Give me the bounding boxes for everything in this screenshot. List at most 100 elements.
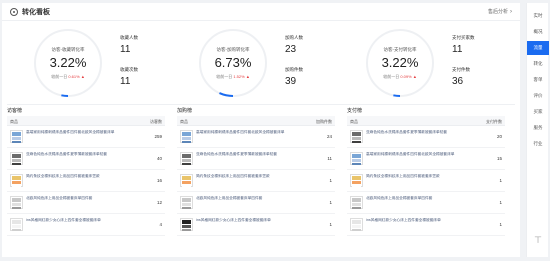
product-thumbnail[interactable] — [180, 174, 193, 187]
table-row[interactable]: 北欧风纯色床上用品全棉被套床单四件套 1 — [347, 193, 505, 214]
product-title-link[interactable]: 亚麻色纯色水洗棉床品套件夏季薄款被套床单枕套 — [366, 130, 476, 141]
product-title-link[interactable]: 高端家用纯棉刺绣床品套件四件套北欧风全棉被套床单 — [26, 130, 136, 141]
ring-compare: 较前一日 0.09% ▲ — [370, 74, 430, 80]
table-row[interactable]: 亚麻色纯色水洗棉床品套件夏季薄款被套床单枕套 11 — [177, 149, 335, 170]
compare-value: 1.52% — [233, 74, 245, 79]
product-thumbnail[interactable] — [10, 174, 23, 187]
thumb-band — [352, 220, 361, 224]
row-value: 1 — [499, 222, 502, 227]
product-title-link[interactable]: ins风格网红款少女心床上四件套全棉被套床单 — [366, 218, 476, 229]
thumb-band — [12, 154, 21, 158]
product-title-link[interactable]: 高端家用纯棉刺绣床品套件四件套北欧风全棉被套床单 — [366, 152, 476, 163]
thumb-band — [12, 220, 21, 224]
thumb-band — [12, 181, 21, 184]
payment-ranking: 支付榜 商品 支付件数 亚麻色纯色水洗棉床品套件夏季薄款被套床单枕套 20 高端… — [347, 107, 505, 237]
table-row[interactable]: 北欧风纯色床上用品全棉被套床单四件套 12 — [7, 193, 165, 214]
product-thumbnail[interactable] — [180, 218, 193, 231]
ring-label: 访客-支付转化率 — [383, 47, 417, 52]
metric-cart: 访客-加购转化率 6.73% 较前一日 1.52% ▲ 加购人数 23 加购件数 3… — [197, 27, 347, 99]
table-row[interactable]: 简约条纹全棉斜纹床上用品四件套被套床笠款 1 — [177, 171, 335, 192]
table-row[interactable]: 北欧风纯色床上用品全棉被套床单四件套 1 — [177, 193, 335, 214]
thumb-band — [182, 185, 191, 187]
product-thumbnail[interactable] — [350, 152, 363, 165]
sidebar-item[interactable]: 服务 — [527, 121, 549, 135]
product-title-link[interactable]: ins风格网红款少女心床上四件套全棉被套床单 — [196, 218, 306, 229]
row-value: 16 — [156, 178, 162, 183]
table-row[interactable]: 简约条纹全棉斜纹床上用品四件套被套床笠款 16 — [7, 171, 165, 192]
sidebar-item[interactable]: 买家 — [527, 105, 549, 119]
table-row[interactable]: 高端家用纯棉刺绣床品套件四件套北欧风全棉被套床单 24 — [177, 127, 335, 148]
sidebar-item[interactable]: 实时 — [527, 9, 549, 23]
product-thumbnail[interactable] — [180, 196, 193, 209]
ranking-title: 加购榜 — [177, 108, 193, 114]
product-title-link[interactable]: 亚麻色纯色水洗棉床品套件夏季薄款被套床单枕套 — [196, 152, 306, 163]
product-thumbnail[interactable] — [350, 218, 363, 231]
product-thumbnail[interactable] — [350, 174, 363, 187]
thumb-band — [182, 181, 191, 184]
kpi-value: 23 — [285, 44, 297, 55]
kpi-cart-users: 加购人数 23 — [285, 35, 335, 55]
column-value: 加购件数 — [316, 118, 332, 124]
settings-icon[interactable] — [10, 8, 18, 16]
product-thumbnail[interactable] — [180, 152, 193, 165]
kpi-favorite-users: 收藏人数 11 — [120, 35, 170, 55]
product-thumbnail[interactable] — [350, 196, 363, 209]
table-row[interactable]: ins风格网红款少女心床上四件套全棉被套床单 4 — [7, 215, 165, 236]
sidebar-item[interactable]: 评价 — [527, 89, 549, 103]
sidebar-item[interactable]: 行业 — [527, 137, 549, 151]
product-title-link[interactable]: 北欧风纯色床上用品全棉被套床单四件套 — [366, 196, 476, 207]
sidebar-item[interactable]: 客单 — [527, 73, 549, 87]
table-row[interactable]: 亚麻色纯色水洗棉床品套件夏季薄款被套床单枕套 40 — [7, 149, 165, 170]
row-value: 1 — [499, 178, 502, 183]
kpi-label: 收藏人数 — [120, 35, 138, 40]
ring-compare: 较前一日 1.52% ▲ — [203, 74, 263, 80]
compare-label: 较前一日 — [383, 74, 400, 79]
thumb-band — [352, 132, 361, 136]
product-thumbnail[interactable] — [10, 196, 23, 209]
thumb-band — [182, 220, 191, 224]
product-thumbnail[interactable] — [10, 130, 23, 143]
thumb-band — [352, 185, 361, 187]
row-value: 259 — [154, 134, 162, 139]
kpi-paying-buyers: 支付买家数 11 — [452, 35, 502, 55]
after-sales-link-label: 售后分析 — [487, 9, 508, 15]
ring-value: 3.22% — [49, 55, 87, 70]
kpi-label: 加购人数 — [285, 35, 303, 40]
product-title-link[interactable]: 简约条纹全棉斜纹床上用品四件套被套床笠款 — [26, 174, 136, 185]
product-thumbnail[interactable] — [180, 130, 193, 143]
table-row[interactable]: 亚麻色纯色水洗棉床品套件夏季薄款被套床单枕套 20 — [347, 127, 505, 148]
product-title-link[interactable]: ins风格网红款少女心床上四件套全棉被套床单 — [26, 218, 136, 229]
kpi-label: 支付件数 — [452, 67, 470, 72]
after-sales-analysis-link[interactable]: 售后分析 › — [488, 8, 512, 15]
pin-to-top-icon[interactable]: ⊤ — [527, 235, 549, 246]
product-title-link[interactable]: 高端家用纯棉刺绣床品套件四件套北欧风全棉被套床单 — [196, 130, 306, 141]
conversion-panel: 转化看板 售后分析 › 访客-收藏转化率 3.22% 较前一日 0.61% ▲ 收… — [2, 3, 520, 257]
product-title-link[interactable]: 北欧风纯色床上用品全棉被套床单四件套 — [196, 196, 306, 207]
product-title-link[interactable]: 简约条纹全棉斜纹床上用品四件套被套床笠款 — [196, 174, 306, 185]
product-thumbnail[interactable] — [350, 130, 363, 143]
sidebar-item[interactable]: 概况 — [527, 25, 549, 39]
thumb-band — [12, 229, 21, 231]
product-thumbnail[interactable] — [10, 152, 23, 165]
row-value: 24 — [326, 134, 332, 139]
product-title-link[interactable]: 北欧风纯色床上用品全棉被套床单四件套 — [26, 196, 136, 207]
product-thumbnail[interactable] — [10, 218, 23, 231]
column-product: 商品 — [10, 118, 18, 124]
sidebar-item[interactable]: 流量 — [527, 41, 549, 55]
product-title-link[interactable]: 亚麻色纯色水洗棉床品套件夏季薄款被套床单枕套 — [26, 152, 136, 163]
table-row[interactable]: 简约条纹全棉斜纹床上用品四件套被套床笠款 1 — [347, 171, 505, 192]
ranking-header: 商品 加购件数 — [177, 116, 335, 126]
table-row[interactable]: ins风格网红款少女心床上四件套全棉被套床单 1 — [177, 215, 335, 236]
sidebar-item[interactable]: 转化 — [527, 57, 549, 71]
table-row[interactable]: 高端家用纯棉刺绣床品套件四件套北欧风全棉被套床单 15 — [347, 149, 505, 170]
thumb-band — [182, 207, 191, 209]
compare-value: 0.09% — [400, 74, 412, 79]
thumb-band — [182, 163, 191, 165]
product-title-link[interactable]: 简约条纹全棉斜纹床上用品四件套被套床笠款 — [366, 174, 476, 185]
thumb-band — [182, 141, 191, 143]
table-row[interactable]: 高端家用纯棉刺绣床品套件四件套北欧风全棉被套床单 259 — [7, 127, 165, 148]
row-value: 20 — [496, 134, 502, 139]
table-row[interactable]: ins风格网红款少女心床上四件套全棉被套床单 1 — [347, 215, 505, 236]
thumb-band — [352, 225, 361, 228]
kpi-label: 支付买家数 — [452, 35, 475, 40]
